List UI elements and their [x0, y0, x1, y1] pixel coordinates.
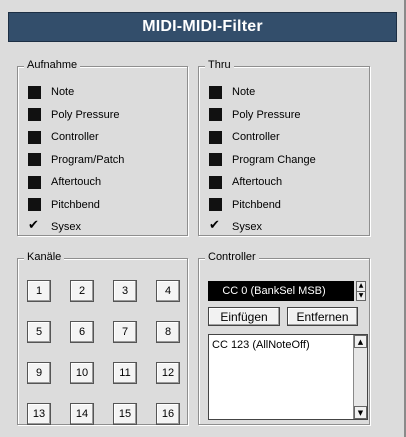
checkbox[interactable] — [209, 153, 222, 167]
channel-button[interactable]: 15 — [113, 403, 137, 425]
record-checkbox-row[interactable]: Pitchbend — [28, 194, 124, 217]
controller-group-title: Controller — [205, 251, 259, 263]
channel-button[interactable]: 9 — [27, 362, 51, 384]
record-checkbox-label: Controller — [51, 131, 99, 144]
spin-up-icon[interactable]: ▲ — [357, 282, 365, 291]
record-filter-list: Note Poly Pressure Controller Program/Patch… — [28, 81, 124, 239]
record-checkbox-row[interactable]: Program/Patch — [28, 149, 124, 172]
remove-button[interactable]: Entfernen — [287, 307, 358, 326]
thru-checkbox-label: Program Change — [232, 153, 316, 166]
record-checkbox-row[interactable]: Note — [28, 81, 124, 104]
channel-button[interactable]: 2 — [70, 280, 94, 302]
record-checkbox-row[interactable]: Sysex — [28, 216, 124, 239]
listbox-scrollbar[interactable]: ▲ ▼ — [353, 335, 367, 419]
thru-checkbox-row[interactable]: Controller — [209, 126, 316, 149]
thru-filter-list: Note Poly Pressure Controller Program Chang… — [209, 81, 316, 239]
midi-filter-window: MIDI-MIDI-Filter Aufnahme Note Poly Press… — [0, 0, 406, 437]
record-checkbox-label: Program/Patch — [51, 153, 125, 166]
controller-select[interactable]: CC 0 (BankSel MSB) — [208, 281, 354, 301]
channel-button[interactable]: 5 — [27, 321, 51, 343]
checkbox[interactable] — [28, 175, 41, 189]
thru-checkbox-label: Controller — [232, 131, 280, 144]
thru-checkbox-row[interactable]: Aftertouch — [209, 171, 316, 194]
thru-checkbox-row[interactable]: Pitchbend — [209, 194, 316, 217]
controller-select-value: CC 0 (BankSel MSB) — [222, 285, 326, 297]
channel-button[interactable]: 11 — [113, 362, 137, 384]
thru-checkbox-row[interactable]: Poly Pressure — [209, 104, 316, 127]
record-checkbox-label: Aftertouch — [51, 176, 102, 189]
checkbox[interactable] — [209, 130, 222, 144]
checkmark-icon[interactable] — [28, 218, 41, 234]
record-group-title: Aufnahme — [24, 59, 81, 71]
channel-button[interactable]: 4 — [156, 280, 180, 302]
list-item[interactable]: CC 123 (AllNoteOff) — [212, 339, 310, 351]
record-checkbox-label: Poly Pressure — [51, 108, 120, 121]
controller-spin-control[interactable]: ▲ ▼ — [356, 281, 366, 301]
thru-group-title: Thru — [205, 59, 234, 71]
insert-button[interactable]: Einfügen — [208, 307, 280, 326]
channels-group: Kanäle 1 2 3 4 5 6 7 8 9 10 11 12 13 14 15 16 — [17, 251, 188, 425]
channel-button[interactable]: 3 — [113, 280, 137, 302]
record-checkbox-label: Sysex — [51, 221, 81, 234]
record-checkbox-row[interactable]: Poly Pressure — [28, 104, 124, 127]
checkbox[interactable] — [28, 108, 41, 122]
scroll-up-icon[interactable]: ▲ — [354, 335, 367, 348]
spin-down-icon[interactable]: ▼ — [357, 290, 365, 301]
record-checkbox-row[interactable]: Aftertouch — [28, 171, 124, 194]
checkbox[interactable] — [28, 85, 41, 99]
thru-checkbox-row[interactable]: Sysex — [209, 216, 316, 239]
controller-group: Controller CC 0 (BankSel MSB) ▲ ▼ Einfüg… — [198, 251, 370, 425]
channel-button[interactable]: 10 — [70, 362, 94, 384]
channel-button[interactable]: 8 — [156, 321, 180, 343]
checkbox[interactable] — [28, 153, 41, 167]
thru-group: Thru Note Poly Pressure Controller Program … — [198, 59, 370, 239]
checkbox[interactable] — [28, 130, 41, 144]
record-checkbox-label: Pitchbend — [51, 198, 100, 211]
thru-checkbox-row[interactable]: Note — [209, 81, 316, 104]
window-title: MIDI-MIDI-Filter — [142, 18, 263, 35]
channel-button[interactable]: 6 — [70, 321, 94, 343]
thru-checkbox-label: Note — [232, 86, 256, 99]
checkbox[interactable] — [209, 85, 222, 99]
record-group: Aufnahme Note Poly Pressure Controller Prog… — [17, 59, 188, 239]
controller-listbox[interactable]: CC 123 (AllNoteOff) ▲ ▼ — [208, 334, 368, 420]
thru-checkbox-label: Sysex — [232, 221, 262, 234]
channel-button[interactable]: 16 — [156, 403, 180, 425]
scroll-down-icon[interactable]: ▼ — [354, 406, 367, 419]
checkbox[interactable] — [209, 198, 222, 212]
thru-checkbox-label: Pitchbend — [232, 198, 281, 211]
thru-checkbox-row[interactable]: Program Change — [209, 149, 316, 172]
channel-button[interactable]: 13 — [27, 403, 51, 425]
record-checkbox-row[interactable]: Controller — [28, 126, 124, 149]
channel-button[interactable]: 12 — [156, 362, 180, 384]
checkbox[interactable] — [209, 108, 222, 122]
title-bar: MIDI-MIDI-Filter — [8, 12, 397, 42]
checkmark-icon[interactable] — [209, 218, 222, 234]
channel-button[interactable]: 7 — [113, 321, 137, 343]
thru-checkbox-label: Aftertouch — [232, 176, 283, 189]
channel-button[interactable]: 14 — [70, 403, 94, 425]
channel-button[interactable]: 1 — [27, 280, 51, 302]
channels-group-title: Kanäle — [24, 251, 65, 263]
checkbox[interactable] — [28, 198, 41, 212]
record-checkbox-label: Note — [51, 86, 75, 99]
thru-checkbox-label: Poly Pressure — [232, 108, 301, 121]
checkbox[interactable] — [209, 175, 222, 189]
